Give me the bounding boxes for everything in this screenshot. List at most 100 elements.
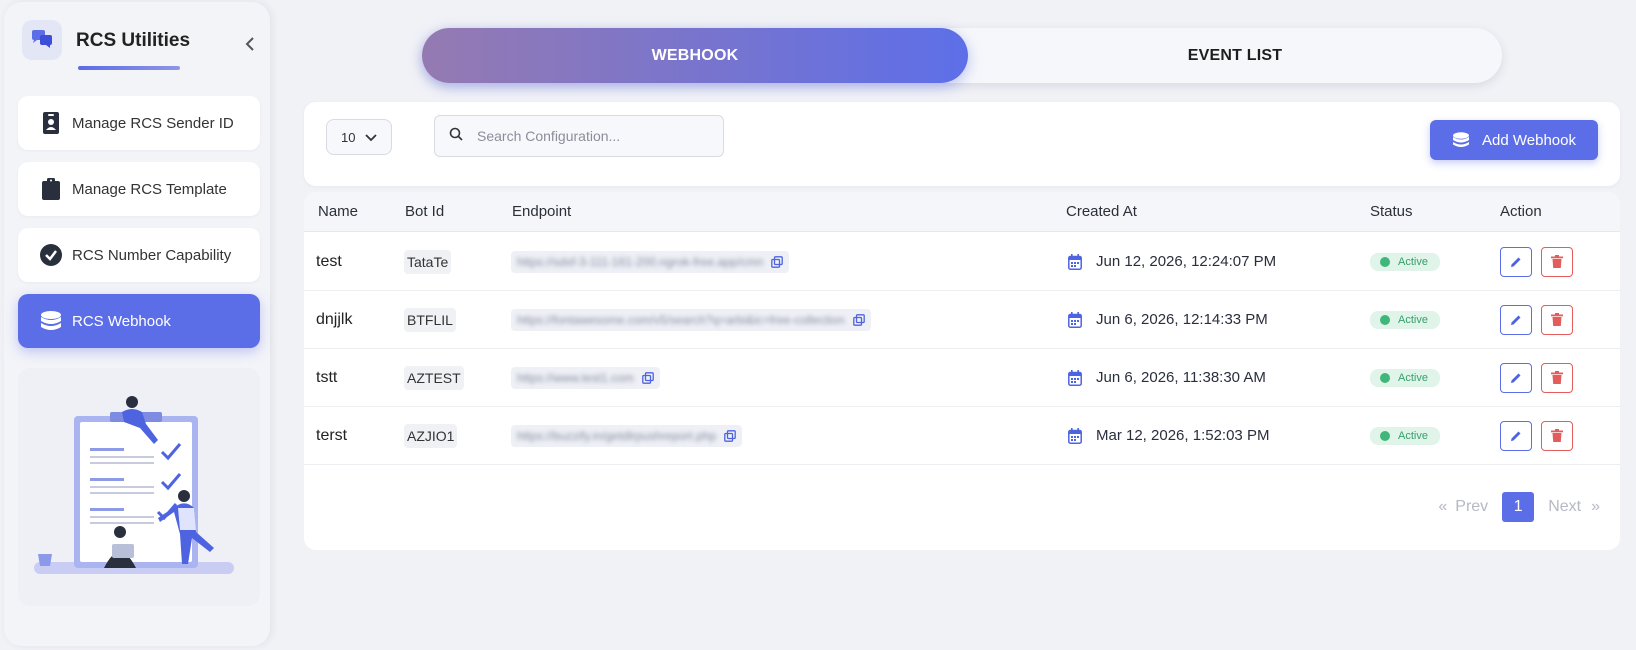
table-row: test TataTe https://sdsf-3-111-161-200.n… [304,233,1620,291]
row-name: terst [316,426,348,444]
row-created-at: Mar 12, 2026, 1:52:03 PM [1096,427,1270,444]
copy-icon[interactable] [771,255,784,268]
table-row: dnjjlk BTFLIL https://fontawesome.com/v5… [304,291,1620,349]
row-endpoint: https://buzzify.in/getdlrpushreport.php [511,424,743,447]
edit-button[interactable] [1500,420,1532,451]
status-badge: Active [1370,252,1440,271]
row-created-at: Jun 6, 2026, 11:38:30 AM [1096,369,1266,386]
status-badge: Active [1370,310,1440,329]
table-row: tstt AZTEST https://www.test1.com Jun 6,… [304,349,1620,407]
first-page-button[interactable]: « [1438,498,1447,516]
sidebar: RCS Utilities Manage RCS Sender ID Manag… [4,2,270,646]
column-header-endpoint: Endpoint [512,203,572,220]
delete-button[interactable] [1541,246,1573,277]
sidebar-item-webhook[interactable]: RCS Webhook [18,294,260,348]
pencil-icon [1511,315,1521,325]
tab-bar: WEBHOOK EVENT LIST [422,28,1502,83]
endpoint-url: https://www.test1.com [517,370,634,385]
delete-button[interactable] [1541,362,1573,393]
row-bot-id: BTFLIL [404,307,456,332]
tab-event-list[interactable]: EVENT LIST [968,28,1502,83]
trash-icon [1551,255,1563,268]
row-name: tstt [316,368,338,386]
chevron-down-icon [365,130,378,145]
pencil-icon [1511,373,1521,383]
current-page-button[interactable]: 1 [1502,492,1535,522]
status-label: Active [1398,429,1428,442]
sidebar-item-manage-template[interactable]: Manage RCS Template [18,162,260,216]
sidebar-title: RCS Utilities [76,30,191,51]
status-dot [1380,372,1390,383]
status-label: Active [1398,255,1428,268]
copy-icon[interactable] [724,429,737,442]
toolbar: 10 Add Webhook [304,102,1620,186]
edit-button[interactable] [1500,246,1532,277]
row-bot-id: AZTEST [404,365,464,390]
trash-icon [1551,313,1563,326]
database-icon [1452,132,1470,148]
column-header-created-at: Created At [1066,203,1137,220]
row-endpoint: https://fontawesome.com/v5/search?q=arbi… [511,308,871,331]
add-webhook-label: Add Webhook [1482,131,1576,149]
row-created-at: Jun 12, 2026, 12:24:07 PM [1096,253,1277,270]
status-label: Active [1398,371,1428,384]
sidebar-item-label: Manage RCS Sender ID [72,114,234,132]
checklist-illustration [18,368,260,606]
calendar-icon [1068,369,1082,386]
row-endpoint: https://sdsf-3-111-161-200.ngrok-free.ap… [511,250,790,273]
column-header-name: Name [318,203,359,220]
status-dot [1380,256,1390,267]
sidebar-item-label: RCS Number Capability [72,246,232,264]
delete-button[interactable] [1541,304,1573,335]
column-header-status: Status [1370,203,1413,220]
column-header-bot-id: Bot Id [405,203,445,220]
sidebar-item-label: RCS Webhook [72,312,171,330]
page-size-select[interactable]: 10 [326,119,392,155]
next-page-button[interactable]: Next [1548,498,1581,516]
sidebar-header: RCS Utilities [22,20,262,72]
status-label: Active [1398,313,1428,326]
endpoint-url: https://buzzify.in/getdlrpushreport.php [517,428,717,443]
edit-button[interactable] [1500,362,1532,393]
sidebar-item-number-capability[interactable]: RCS Number Capability [18,228,260,282]
row-created-at: Jun 6, 2026, 12:14:33 PM [1096,311,1268,328]
row-name: dnjjlk [316,310,353,328]
search-input[interactable] [477,128,697,144]
add-webhook-button[interactable]: Add Webhook [1430,120,1598,160]
webhook-table: Name Bot Id Endpoint Created At Status A… [304,192,1620,550]
tab-webhook[interactable]: WEBHOOK [422,28,968,83]
copy-icon[interactable] [852,313,865,326]
table-row: terst AZJIO1 https://buzzify.in/getdlrpu… [304,407,1620,465]
calendar-icon [1068,253,1082,270]
row-name: test [316,252,342,270]
collapse-sidebar-button[interactable] [240,34,260,54]
prev-page-button[interactable]: Prev [1455,498,1488,516]
row-endpoint: https://www.test1.com [511,366,660,389]
copy-icon[interactable] [641,371,654,384]
id-badge-icon [40,111,62,135]
pagination: « Prev 1 Next » [1438,492,1600,522]
status-dot [1380,314,1390,325]
database-icon [40,309,62,333]
chat-bubbles-icon [22,20,62,60]
trash-icon [1551,371,1563,384]
sidebar-item-manage-sender-id[interactable]: Manage RCS Sender ID [18,96,260,150]
endpoint-url: https://sdsf-3-111-161-200.ngrok-free.ap… [517,254,764,269]
column-header-action: Action [1500,203,1542,220]
calendar-icon [1068,311,1082,328]
sidebar-item-label: Manage RCS Template [72,180,227,198]
row-bot-id: AZJIO1 [404,423,458,448]
search-icon [449,127,463,146]
delete-button[interactable] [1541,420,1573,451]
status-dot [1380,430,1390,441]
page-size-value: 10 [341,129,356,145]
chevron-left-icon [245,37,254,51]
pencil-icon [1511,257,1521,267]
last-page-button[interactable]: » [1591,498,1600,516]
search-box [434,115,724,157]
check-circle-icon [40,243,62,267]
edit-button[interactable] [1500,304,1532,335]
table-header: Name Bot Id Endpoint Created At Status A… [304,192,1620,232]
calendar-icon [1068,427,1082,444]
row-bot-id: TataTe [404,249,452,274]
